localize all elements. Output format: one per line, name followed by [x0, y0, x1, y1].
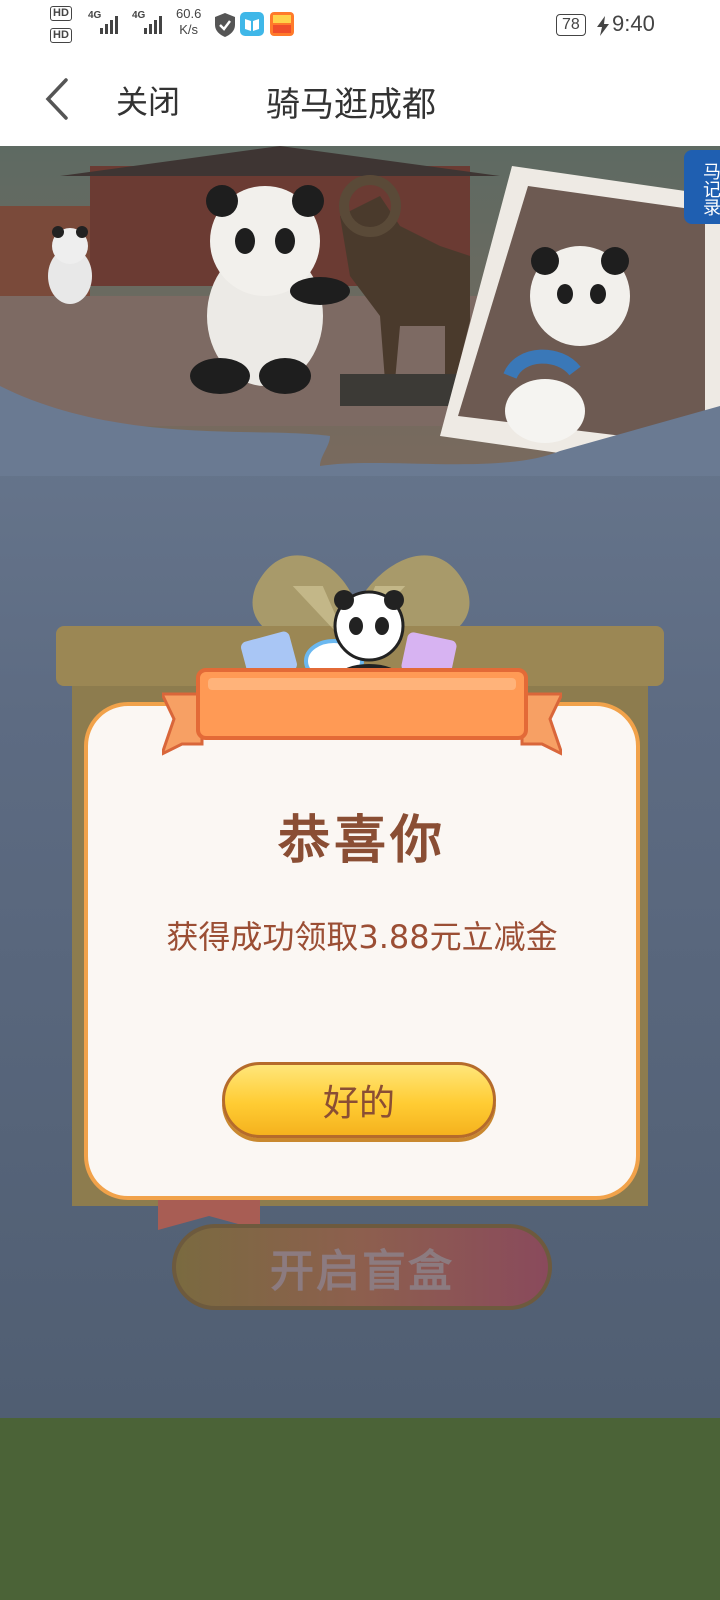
ok-button[interactable]: 好的 — [222, 1062, 496, 1138]
clock: 9:40 — [612, 11, 655, 36]
reward-dialog: 恭喜你 获得成功领取3.88元立减金 好的 — [84, 702, 640, 1200]
network-speed-value: 60.6 — [176, 6, 202, 21]
network-speed-unit: K/s — [179, 22, 199, 37]
navigation-bar: 关闭 骑马逛成都 — [0, 52, 720, 147]
back-arrow-icon[interactable] — [40, 74, 80, 124]
status-bar: HD HD 4G 4G 60.6 K/s 78 9:40 — [0, 0, 720, 52]
open-blind-box-button[interactable]: 开启盲盒 — [172, 1224, 552, 1310]
dialog-ribbon-banner — [162, 668, 562, 756]
record-tab[interactable]: 马记录 — [684, 150, 720, 224]
open-blind-box-label: 开启盲盒 — [270, 1246, 454, 1297]
dialog-title: 恭喜你 — [277, 811, 446, 871]
dialog-message: 获得成功领取3.88元立减金 — [166, 918, 558, 956]
bottom-footer-area — [0, 1418, 720, 1600]
network-speed: 60.6 K/s — [176, 6, 201, 38]
app-notification-icon — [270, 12, 294, 36]
page-title: 骑马逛成都 — [266, 85, 436, 125]
close-button[interactable]: 关闭 — [116, 77, 180, 123]
battery-level: 78 — [556, 14, 586, 36]
ok-button-label: 好的 — [322, 1083, 395, 1124]
hd-badge-2: HD — [50, 28, 72, 43]
hd-badge-1: HD — [50, 6, 72, 21]
book-app-icon — [240, 12, 264, 36]
signal-icon-2 — [144, 14, 168, 34]
signal-icon-1 — [100, 14, 124, 34]
shield-icon — [215, 13, 235, 37]
charging-icon — [597, 16, 609, 36]
hero-banner-illustration — [0, 146, 720, 476]
